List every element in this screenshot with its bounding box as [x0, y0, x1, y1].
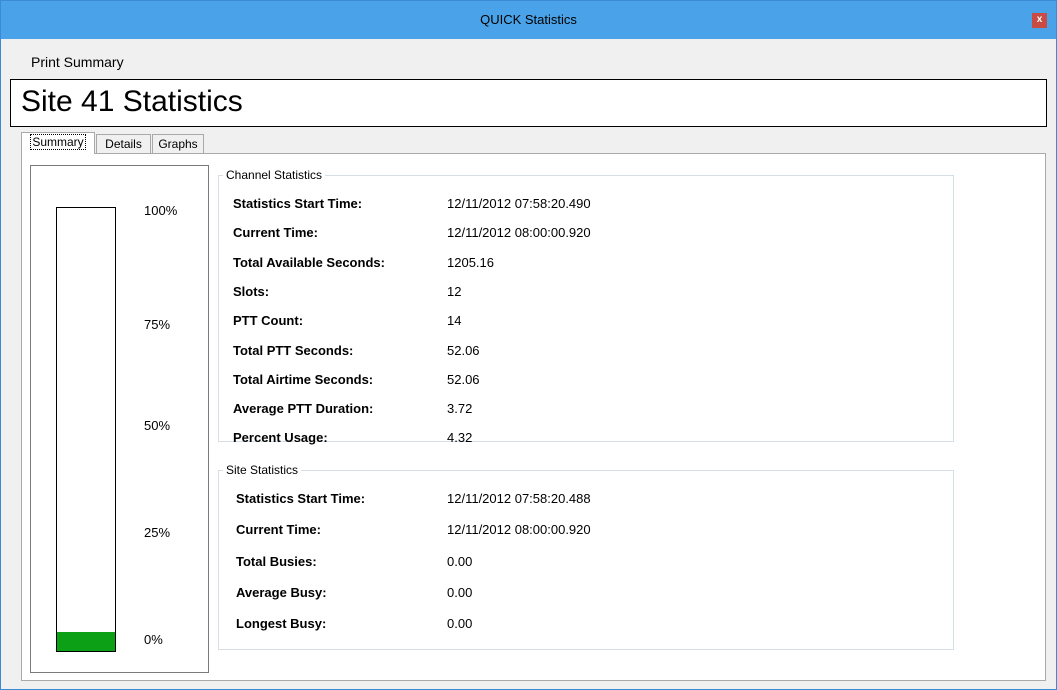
- tab-summary[interactable]: Summary: [21, 132, 95, 154]
- gauge-label-50: 50%: [144, 418, 171, 433]
- usage-gauge-fill: [57, 631, 115, 651]
- stat-label: Current Time:: [233, 225, 318, 241]
- site-statistics-title: Site Statistics: [223, 463, 302, 477]
- usage-gauge-panel: 100% 75% 50% 25% 0%: [30, 165, 209, 673]
- quick-statistics-window: QUICK Statistics x Print Summary Site 41…: [0, 0, 1057, 690]
- summary-tab-panel: 100% 75% 50% 25% 0% Channel Statistics S…: [21, 153, 1046, 681]
- stat-value: 1205.16: [447, 254, 494, 270]
- window-title: QUICK Statistics: [480, 12, 577, 27]
- stat-label: Slots:: [233, 283, 270, 299]
- channel-statistics-title: Channel Statistics: [223, 168, 326, 182]
- stat-label: Statistics Start Time:: [233, 196, 363, 211]
- stat-value: 14: [447, 313, 462, 329]
- channel-statistics-group: Channel Statistics Statistics Start Time…: [218, 168, 954, 446]
- gauge-label-100: 100%: [144, 203, 178, 218]
- usage-gauge-bar: [56, 207, 116, 652]
- stat-label: Total PTT Seconds:: [233, 342, 354, 358]
- heading-box: Site 41 Statistics: [10, 79, 1047, 127]
- stat-label: Average PTT Duration:: [233, 401, 374, 417]
- tab-graphs-label: Graphs: [158, 137, 198, 151]
- tab-details[interactable]: Details: [96, 134, 151, 153]
- gauge-label-25: 25%: [144, 525, 171, 540]
- stat-value: 0.00: [447, 616, 473, 632]
- page-title: Site 41 Statistics: [21, 85, 243, 118]
- client-area: Print Summary Site 41 Statistics Summary…: [10, 39, 1047, 682]
- stat-value: 3.72: [447, 401, 473, 417]
- stat-value: 12: [447, 283, 462, 299]
- close-icon[interactable]: x: [1032, 13, 1047, 28]
- print-summary-menu-item[interactable]: Print Summary: [31, 54, 124, 70]
- stat-label: Average Busy:: [236, 584, 327, 600]
- stat-label: Total Available Seconds:: [233, 254, 385, 270]
- stat-value: 52.06: [447, 342, 480, 358]
- tab-summary-label: Summary: [30, 134, 86, 150]
- gauge-label-0: 0%: [144, 632, 163, 647]
- tab-graphs[interactable]: Graphs: [152, 134, 204, 153]
- stat-value: 12/11/2012 07:58:20.490: [447, 196, 591, 211]
- stat-label: Longest Busy:: [236, 616, 327, 632]
- stat-value: 0.00: [447, 553, 473, 569]
- stat-label: Total Airtime Seconds:: [233, 371, 374, 387]
- stat-label: PTT Count:: [233, 313, 304, 329]
- stat-value: 52.06: [447, 371, 480, 387]
- stat-value: 12/11/2012 08:00:00.920: [447, 225, 591, 241]
- gauge-label-75: 75%: [144, 317, 171, 332]
- stat-value: 12/11/2012 08:00:00.920: [447, 522, 591, 538]
- stat-label: Statistics Start Time:: [236, 491, 366, 506]
- site-statistics-group: Site Statistics Statistics Start Time: 12…: [218, 463, 954, 650]
- stat-value: 12/11/2012 07:58:20.488: [447, 491, 591, 506]
- stat-label: Current Time:: [236, 522, 321, 538]
- stat-value: 0.00: [447, 584, 473, 600]
- tab-details-label: Details: [105, 137, 142, 151]
- title-bar[interactable]: QUICK Statistics x: [1, 1, 1056, 39]
- stat-label: Total Busies:: [236, 553, 317, 569]
- stat-label: Percent Usage:: [233, 430, 328, 446]
- stat-value: 4.32: [447, 430, 473, 446]
